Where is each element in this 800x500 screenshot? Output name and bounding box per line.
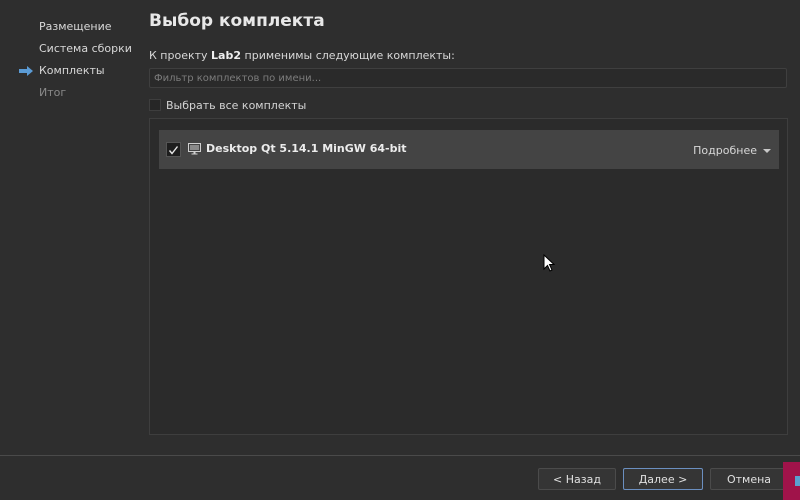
- kit-list: Desktop Qt 5.14.1 MinGW 64-bit Подробнее: [149, 118, 788, 435]
- kit-row[interactable]: Desktop Qt 5.14.1 MinGW 64-bit Подробнее: [159, 130, 779, 169]
- mouse-cursor-icon: [543, 254, 555, 272]
- select-all-checkbox[interactable]: [149, 99, 161, 111]
- kit-name: Desktop Qt 5.14.1 MinGW 64-bit: [206, 142, 407, 155]
- checkmark-icon: [168, 145, 179, 155]
- project-name: Lab2: [211, 49, 242, 62]
- intro-prefix: К проекту: [149, 49, 208, 62]
- kit-filter-input[interactable]: [149, 68, 787, 88]
- intro-suffix: применимы следующие комплекты:: [244, 49, 455, 62]
- cancel-button[interactable]: Отмена: [710, 468, 788, 490]
- wizard-footer: < Назад Далее > Отмена: [0, 456, 800, 500]
- back-button[interactable]: < Назад: [538, 468, 616, 490]
- select-all-label: Выбрать все комплекты: [166, 98, 307, 112]
- kit-details-toggle[interactable]: Подробнее: [693, 144, 771, 157]
- page-title: Выбор комплекта: [149, 11, 325, 31]
- kit-checkbox[interactable]: [166, 142, 181, 157]
- intro-text: К проекту Lab2 применимы следующие компл…: [149, 49, 455, 62]
- kit-details-label: Подробнее: [693, 144, 757, 157]
- select-all-kits[interactable]: Выбрать все комплекты: [149, 97, 306, 113]
- chevron-down-icon: [763, 148, 771, 153]
- monitor-icon: [188, 143, 201, 155]
- wizard-page: Выбор комплекта К проекту Lab2 применимы…: [0, 0, 800, 455]
- app-glyph-icon: [795, 476, 800, 486]
- taskbar-app-icon: [783, 462, 800, 500]
- next-button[interactable]: Далее >: [623, 468, 703, 490]
